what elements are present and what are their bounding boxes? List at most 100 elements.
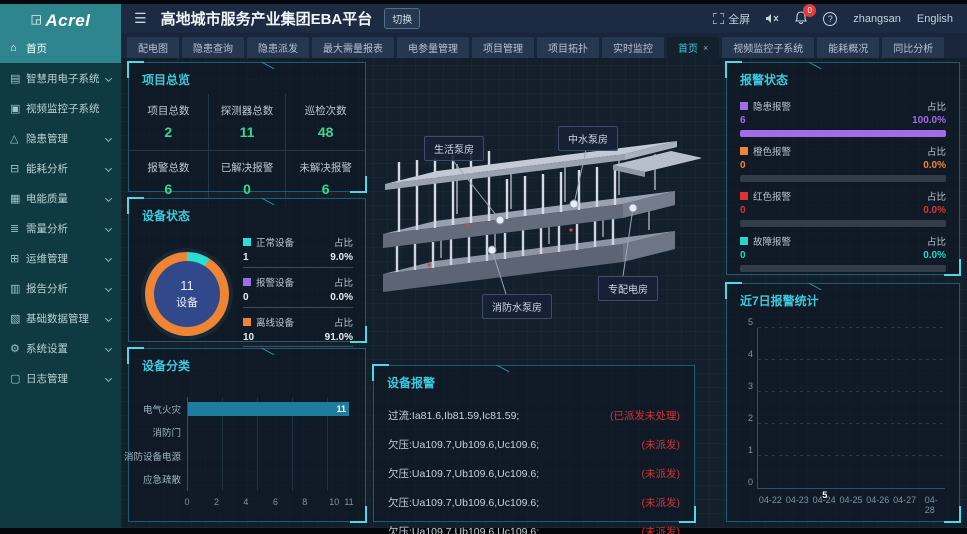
- log-icon: ▢: [10, 372, 26, 385]
- notification-badge: 0: [803, 4, 816, 17]
- scene-label-reclaimed-water-pump-room[interactable]: 中水泵房: [558, 126, 618, 151]
- app-title: 高地城市服务产业集团EBA平台: [161, 8, 373, 29]
- power-quality-icon: ▦: [10, 192, 26, 205]
- sidebar-item-video-monitor[interactable]: ▣ 视频监控子系统: [0, 93, 121, 123]
- panel-alarm-status: 报警状态 隐患报警占比 6100.0% 橙色报警占比 00.0% 红色报警占比 …: [726, 62, 960, 275]
- sidebar-item-hazard[interactable]: △ 隐患管理: [0, 123, 121, 153]
- panel-device-status: 设备状态 11 设备 正常设备占比 19.0%: [128, 198, 366, 342]
- acrel-logo-text: Acrel: [45, 11, 90, 31]
- fullscreen-icon: [713, 13, 724, 24]
- mute-button[interactable]: [766, 13, 779, 24]
- device-status-donut-chart: 11 设备: [145, 252, 229, 336]
- scene-label-life-pump-room[interactable]: 生活泵房: [424, 136, 484, 161]
- home-icon: ⌂: [10, 42, 26, 54]
- chevron-down-icon: [105, 314, 112, 321]
- stat-inspections: 巡检次数 48: [286, 94, 365, 151]
- sidebar-item-ops[interactable]: ⊞ 运维管理: [0, 243, 121, 273]
- panel-title: 设备状态: [129, 199, 365, 224]
- building-3d-view[interactable]: 生活泵房 中水泵房 消防水泵房 专配电房: [371, 62, 701, 362]
- acrel-logo: ◲ Acrel: [0, 4, 121, 37]
- chevron-down-icon: [105, 284, 112, 291]
- alarm-status-fault: 故障报警占比 00.0%: [740, 234, 946, 272]
- bar-electrical-fire: 11: [188, 402, 349, 416]
- tab-nenghaogaikuang[interactable]: 能耗概况: [817, 37, 879, 58]
- legend-alarm-devices: 报警设备占比 00.0%: [243, 272, 353, 308]
- speaker-muted-icon: [766, 13, 779, 24]
- demand-icon: ≣: [10, 222, 26, 235]
- sidebar-item-power-quality[interactable]: ▦ 电能质量: [0, 183, 121, 213]
- eba-dashboard: ◲ Acrel ☰ 高地城市服务产业集团EBA平台 切换 全屏 0 ? zhan…: [0, 0, 967, 534]
- menu-collapse-icon[interactable]: ☰: [134, 10, 147, 27]
- tab-tongbifenxi[interactable]: 同比分析: [882, 37, 944, 58]
- stat-projects: 项目总数 2: [129, 94, 208, 151]
- panel-device-category: 设备分类 电气火灾 11 消防门 消防设备电源 应急疏散: [128, 348, 366, 522]
- alarm-status-hazard: 隐患报警占比 6100.0%: [740, 99, 946, 137]
- donut-center-label: 设备: [176, 294, 198, 310]
- alarm-row[interactable]: 欠压:Ua109.7,Ub109.6,Uc109.6;(未派发): [388, 430, 680, 459]
- sidebar-item-report[interactable]: ▥ 报告分析: [0, 273, 121, 303]
- panel-title: 报警状态: [727, 63, 959, 88]
- notifications-button[interactable]: 0: [795, 11, 807, 27]
- chevron-down-icon: [105, 344, 112, 351]
- energy-icon: ⊟: [10, 162, 26, 175]
- tab-zuidaxuliang[interactable]: 最大需量报表: [312, 37, 394, 58]
- hazard-icon: △: [10, 132, 26, 145]
- panel-title: 项目总览: [129, 63, 365, 88]
- sidebar-item-logs[interactable]: ▢ 日志管理: [0, 363, 121, 393]
- username[interactable]: zhangsan: [853, 13, 901, 25]
- sidebar: ⌂ 首页 ▤ 智慧用电子系统 ▣ 视频监控子系统 △ 隐患管理 ⊟ 能耗分析 ▦…: [0, 33, 121, 528]
- language-switch[interactable]: English: [917, 13, 953, 25]
- gear-icon: ⚙: [10, 342, 26, 355]
- tab-home-active[interactable]: 首页 ×: [667, 37, 719, 58]
- legend-normal-devices: 正常设备占比 19.0%: [243, 232, 353, 268]
- panel-title: 设备报警: [374, 366, 694, 391]
- base-data-icon: ▧: [10, 312, 26, 325]
- x-axis: 0 2 4 6 8 10 11: [187, 497, 349, 509]
- smart-power-icon: ▤: [10, 72, 26, 85]
- tab-yinhuanpaifa[interactable]: 隐患派发: [247, 37, 309, 58]
- tab-close-icon[interactable]: ×: [703, 43, 708, 53]
- chevron-down-icon: [105, 164, 112, 171]
- x-axis: 04-22 04-23 04-24 04-25 04-26 04-27 04-2…: [757, 495, 945, 507]
- sidebar-item-base-data[interactable]: ▧ 基础数据管理: [0, 303, 121, 333]
- alarm-status-orange: 橙色报警占比 00.0%: [740, 144, 946, 182]
- scene-label-power-distribution-room[interactable]: 专配电房: [598, 276, 658, 301]
- panel-title: 近7日报警统计: [727, 284, 959, 309]
- tab-xiangmutuopu[interactable]: 项目拓扑: [537, 37, 599, 58]
- tab-shipinjiankong[interactable]: 视频监控子系统: [722, 37, 814, 58]
- sidebar-item-demand[interactable]: ≣ 需量分析: [0, 213, 121, 243]
- sidebar-item-settings[interactable]: ⚙ 系统设置: [0, 333, 121, 363]
- week-alarm-bar-chart: 0 1 2 3 4 5 5: [757, 328, 945, 489]
- chevron-down-icon: [105, 194, 112, 201]
- alarm-row[interactable]: 欠压:Ua109.7,Ub109.6,Uc109.6;(未派发): [388, 488, 680, 517]
- tab-bar: 配电图 隐患查询 隐患派发 最大需量报表 电参量管理 项目管理 项目拓扑 实时监…: [121, 33, 967, 58]
- panel-project-overview: 项目总览 项目总数 2 探测器总数 11 巡检次数 48 报警总数 6: [128, 62, 366, 192]
- sidebar-item-energy[interactable]: ⊟ 能耗分析: [0, 153, 121, 183]
- sidebar-item-home[interactable]: ⌂ 首页: [0, 33, 121, 63]
- chevron-down-icon: [105, 374, 112, 381]
- tab-peidiantu[interactable]: 配电图: [127, 37, 179, 58]
- panel-device-alarm: 设备报警 过流:Ia81.6,Ib81.59,Ic81.59;(已派发未处理) …: [373, 365, 695, 522]
- tab-shishijiankong[interactable]: 实时监控: [602, 37, 664, 58]
- help-icon[interactable]: ?: [823, 12, 837, 26]
- chevron-down-icon: [105, 254, 112, 261]
- alarm-status-red: 红色报警占比 00.0%: [740, 189, 946, 227]
- legend-offline-devices: 离线设备占比 1091.0%: [243, 312, 353, 351]
- panel-title: 设备分类: [129, 349, 365, 374]
- alarm-row[interactable]: 欠压:Ua109.7,Ub109.6,Uc109.6;(未派发): [388, 459, 680, 488]
- chevron-down-icon: [105, 74, 112, 81]
- video-monitor-icon: ▣: [10, 102, 26, 115]
- alarm-row[interactable]: 欠压:Ua109.7,Ub109.6,Uc109.6;(未派发): [388, 517, 680, 534]
- acrel-logo-icon: ◲: [31, 12, 43, 26]
- switch-project-button[interactable]: 切换: [384, 8, 420, 29]
- device-category-bar-chart: 电气火灾 11 消防门 消防设备电源 应急疏散: [187, 397, 349, 491]
- tab-yinhuanchaxun[interactable]: 隐患查询: [182, 37, 244, 58]
- scene-label-fire-pump-room[interactable]: 消防水泵房: [482, 294, 552, 319]
- sidebar-item-smart-power[interactable]: ▤ 智慧用电子系统: [0, 63, 121, 93]
- stat-detectors: 探测器总数 11: [208, 94, 287, 151]
- tab-diancanliang[interactable]: 电参量管理: [397, 37, 469, 58]
- alarm-row[interactable]: 过流:Ia81.6,Ib81.59,Ic81.59;(已派发未处理): [388, 401, 680, 430]
- tab-xiangmuguanli[interactable]: 项目管理: [472, 37, 534, 58]
- fullscreen-button[interactable]: 全屏: [713, 11, 750, 27]
- dashboard-main: 项目总览 项目总数 2 探测器总数 11 巡检次数 48 报警总数 6: [121, 58, 967, 528]
